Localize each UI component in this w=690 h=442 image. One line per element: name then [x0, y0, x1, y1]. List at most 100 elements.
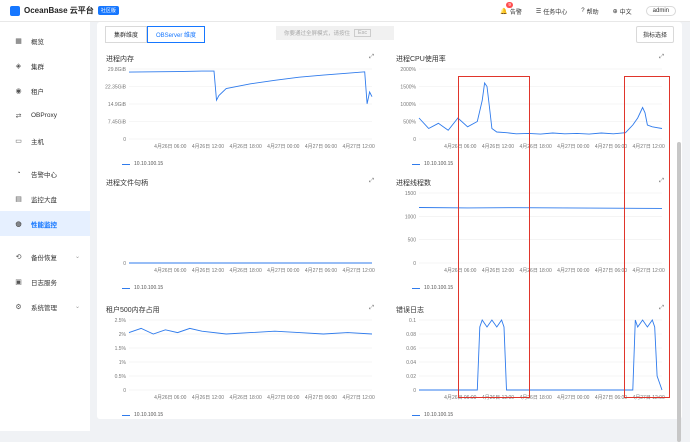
- y-tick-label: 7.45GiB: [108, 120, 127, 126]
- legend-label: 10.10.100.15: [424, 412, 454, 418]
- expand-icon[interactable]: ⤢: [369, 178, 374, 185]
- alerts-label: 告警: [509, 9, 522, 16]
- legend-swatch: [412, 163, 420, 165]
- performance-icon: ◍: [15, 220, 22, 228]
- y-tick-label: 0.5%: [115, 374, 127, 380]
- chevron-down-icon: ⌄: [74, 304, 80, 310]
- y-tick-label: 0.02: [406, 374, 416, 380]
- x-tick-label: 4月27日 06:00: [305, 395, 337, 401]
- sidebar-item-0[interactable]: ▦ 概览: [0, 28, 90, 53]
- cluster-icon: ◈: [15, 62, 22, 70]
- expand-icon[interactable]: ⤢: [369, 54, 374, 61]
- expand-icon[interactable]: ⤢: [369, 305, 374, 312]
- grid-icon: ▦: [15, 37, 22, 45]
- tab-observer-dimension[interactable]: OBServer 维度: [147, 26, 206, 43]
- x-tick-label: 4月27日 00:00: [267, 268, 299, 274]
- toast-text: 你要通过全屏模式，请按住: [284, 31, 351, 37]
- task-center-label: 任务中心: [543, 9, 568, 16]
- chart-title: 进程线程数: [396, 180, 431, 187]
- series-line: [128, 327, 373, 335]
- chart-title: 错误日志: [396, 307, 424, 314]
- chart-legend[interactable]: 10.10.100.15: [412, 161, 453, 167]
- chart-plot: 2.5% 2% 1.5% 1% 0.5% 0 4月26日 06:00 4月26日 12:00 4…: [115, 318, 375, 401]
- y-tick-label: 0.1: [409, 318, 416, 324]
- sidebar-item-label: 集群: [31, 63, 44, 71]
- sidebar-item-5[interactable]: ◔ 告警中心: [0, 161, 90, 186]
- x-tick-label: 4月26日 12:00: [192, 268, 224, 274]
- x-tick-label: 4月26日 18:00: [230, 395, 262, 401]
- expand-icon[interactable]: ⤢: [659, 54, 664, 61]
- chart-plot: 29.8GiB 22.35GiB 14.9GiB 7.45GiB 0 4月26日 06:0…: [105, 67, 375, 150]
- alerts-button[interactable]: 🔔 9 告警: [500, 1, 522, 16]
- alerts-count-badge: 9: [506, 1, 513, 8]
- chart-legend[interactable]: 10.10.100.15: [412, 412, 453, 418]
- x-tick-label: 4月26日 18:00: [230, 268, 262, 274]
- help-button[interactable]: ? 帮助: [581, 7, 598, 16]
- y-tick-label: 2000%: [400, 67, 416, 73]
- brand-logo[interactable]: OceanBase 云平台 社区版: [10, 5, 119, 16]
- x-tick-label: 4月26日 06:00: [154, 395, 186, 401]
- chart-legend[interactable]: 10.10.100.15: [122, 412, 163, 418]
- sidebar-item-6[interactable]: ▤ 监控大盘: [0, 186, 90, 211]
- top-bar: OceanBase 云平台 社区版 🔔 9 告警 ☰ 任务中心 ? 帮助 ⊕ 中…: [0, 0, 690, 22]
- user-menu[interactable]: admin: [645, 6, 676, 16]
- chart-title: 租户500内存占用: [106, 307, 160, 314]
- host-icon: ▭: [15, 137, 22, 145]
- legend-swatch: [412, 414, 420, 416]
- sidebar-item-8[interactable]: ⟲ 备份恢复 ⌄: [0, 244, 90, 269]
- legend-swatch: [122, 414, 130, 416]
- tab-cluster-dimension[interactable]: 集群维度: [105, 26, 148, 43]
- sidebar-item-9[interactable]: ▣ 日志服务: [0, 269, 90, 294]
- y-tick-label: 1.5%: [115, 346, 127, 352]
- chart-card-2: 进程文件句柄 ⤢ 0 4月26日 06:00 4月26日 12:00 4月26日 18:0…: [97, 178, 379, 298]
- x-tick-label: 4月27日 12:00: [343, 395, 375, 401]
- dimension-tabs: 集群维度 OBServer 维度: [105, 26, 206, 43]
- sidebar-item-1[interactable]: ◈ 集群: [0, 53, 90, 78]
- chart-title: 进程文件句柄: [106, 180, 148, 187]
- y-tick-label: 0: [413, 261, 416, 267]
- dashboard-icon: ▤: [15, 195, 22, 203]
- sidebar-item-label: 概览: [31, 38, 44, 46]
- y-tick-label: 0: [123, 261, 126, 267]
- y-tick-label: 500%: [403, 120, 416, 126]
- language-label: 中文: [619, 9, 632, 16]
- language-switch[interactable]: ⊕ 中文: [613, 7, 632, 16]
- sidebar-item-label: 系统管理: [31, 304, 57, 312]
- chart-card-4: 租户500内存占用 ⤢ 2.5% 2% 1.5% 1% 0.5% 0 4月26日 06:00 4月…: [97, 305, 379, 425]
- sidebar-item-2[interactable]: ◉ 租户: [0, 78, 90, 103]
- chart-legend[interactable]: 10.10.100.15: [122, 161, 163, 167]
- x-tick-label: 4月27日 00:00: [267, 144, 299, 150]
- y-tick-label: 1000: [405, 214, 416, 220]
- sidebar-item-label: 主机: [31, 138, 44, 146]
- x-tick-label: 4月27日 00:00: [557, 144, 589, 150]
- sidebar-item-label: 备份恢复: [31, 254, 57, 262]
- sidebar-item-label: 日志服务: [31, 279, 57, 287]
- page-scrollbar[interactable]: [677, 142, 681, 442]
- chart-title: 进程CPU使用率: [396, 56, 446, 63]
- main-content: 集群维度 OBServer 维度 你要通过全屏模式，请按住 Esc 指标选择 进…: [97, 22, 682, 442]
- highlight-box-left: [458, 76, 530, 398]
- x-tick-label: 4月26日 18:00: [230, 144, 262, 150]
- sidebar-item-10[interactable]: ⚙ 系统管理 ⌄: [0, 294, 90, 319]
- y-tick-label: 0.08: [406, 332, 416, 338]
- sidebar-item-4[interactable]: ▭ 主机: [0, 128, 90, 153]
- chart-title: 进程内存: [106, 56, 134, 63]
- y-tick-label: 0: [413, 388, 416, 394]
- metric-select-button[interactable]: 指标选择: [635, 26, 674, 43]
- x-tick-label: 4月27日 06:00: [595, 144, 627, 150]
- legend-label: 10.10.100.15: [424, 285, 454, 291]
- help-label: 帮助: [586, 9, 599, 16]
- sidebar-item-3[interactable]: ⇄ OBProxy: [0, 103, 90, 128]
- legend-swatch: [122, 287, 130, 289]
- legend-label: 10.10.100.15: [424, 161, 454, 167]
- brand-name: OceanBase 云平台: [24, 6, 94, 15]
- help-icon: ?: [581, 8, 585, 14]
- y-tick-label: 1000%: [400, 102, 416, 108]
- chart-legend[interactable]: 10.10.100.15: [412, 285, 453, 291]
- y-tick-label: 0: [123, 388, 126, 394]
- sidebar-item-7[interactable]: ◍ 性能监控: [0, 211, 90, 236]
- settings-icon: ⚙: [15, 303, 22, 311]
- task-center-button[interactable]: ☰ 任务中心: [536, 7, 567, 16]
- chart-legend[interactable]: 10.10.100.15: [122, 285, 163, 291]
- sidebar-item-label: OBProxy: [31, 112, 58, 119]
